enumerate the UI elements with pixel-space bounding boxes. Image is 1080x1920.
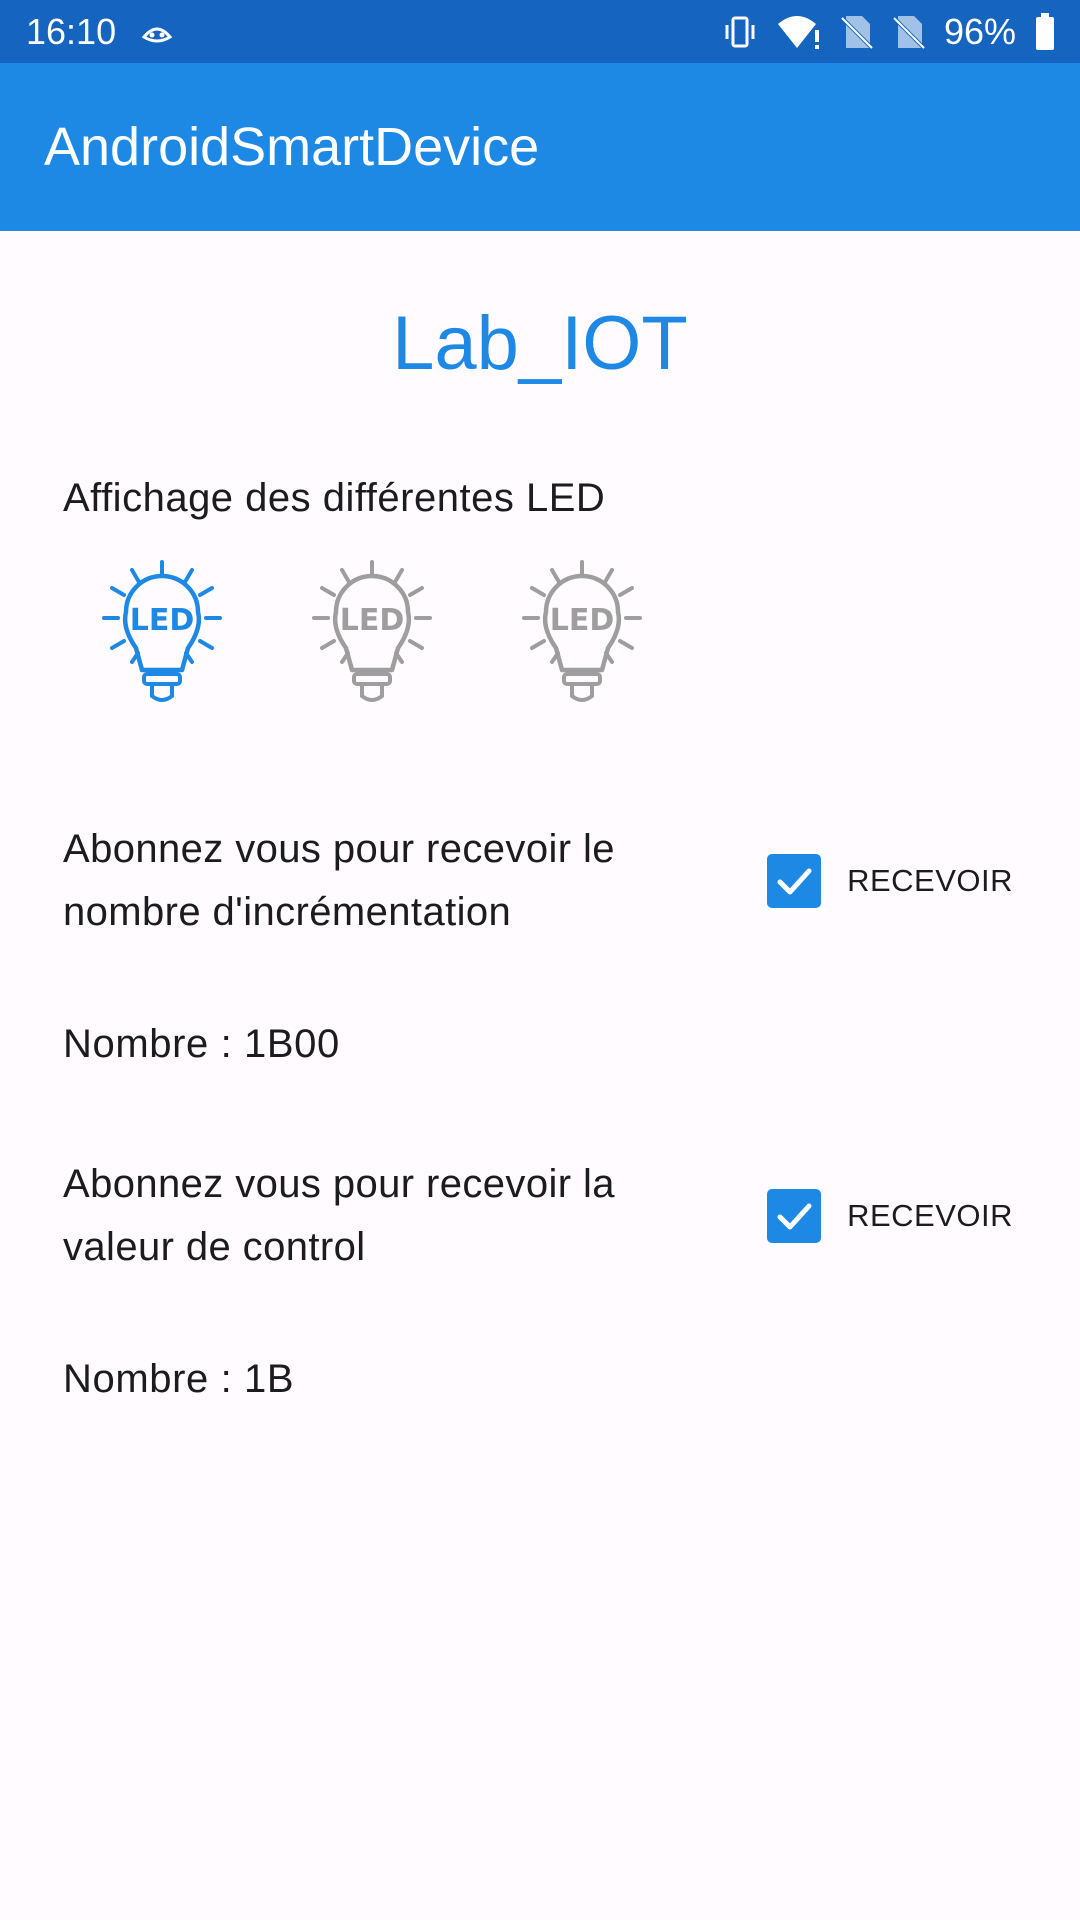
led-ray xyxy=(618,639,634,650)
led-row: LED LED LED xyxy=(88,546,656,718)
led-bulb-base xyxy=(142,672,182,686)
page-title: Lab_IOT xyxy=(392,301,688,386)
led-label: LED xyxy=(130,603,195,638)
led-ray xyxy=(340,568,351,584)
receive-checkbox-increment[interactable]: RECEVOIR xyxy=(767,854,1013,908)
led-bulb-base xyxy=(352,672,392,686)
control-value: Nombre : 1B xyxy=(63,1357,295,1401)
vibrate-icon xyxy=(722,14,758,50)
subscription-text: Abonnez vous pour recevoir la valeur de … xyxy=(63,1162,615,1269)
checkbox-checked-icon[interactable] xyxy=(767,854,822,908)
led-ray xyxy=(530,639,546,650)
led-label: LED xyxy=(550,603,615,638)
led-ray xyxy=(393,568,404,584)
status-bar: 16:10 96% xyxy=(0,0,1080,63)
checkbox-checked-icon[interactable] xyxy=(767,1189,822,1243)
increment-value: Nombre : 1B00 xyxy=(63,1022,340,1066)
receive-checkbox-control[interactable]: RECEVOIR xyxy=(767,1189,1013,1243)
no-sim-icon xyxy=(840,14,874,50)
battery-icon xyxy=(1034,12,1056,51)
android-auto-icon xyxy=(140,17,174,47)
led-ray xyxy=(320,639,336,650)
subscription-row-control: Abonnez vous pour recevoir la valeur de … xyxy=(63,1153,1013,1279)
led-ray xyxy=(183,568,194,584)
led-ray xyxy=(198,586,214,597)
led-bulb-base xyxy=(562,672,602,686)
wifi-icon xyxy=(776,14,822,50)
led-ray xyxy=(618,586,634,597)
led-ray xyxy=(320,586,336,597)
battery-percent: 96% xyxy=(943,10,1016,52)
no-sim-icon xyxy=(892,14,926,50)
led-bulb-icon-1[interactable]: LED xyxy=(88,546,236,718)
led-bulb-cap xyxy=(570,686,594,702)
status-right: 96% xyxy=(722,11,1056,53)
led-ray xyxy=(408,639,424,650)
led-ray xyxy=(198,639,214,650)
status-left: 16:10 xyxy=(26,11,174,53)
checkbox-label[interactable]: RECEVOIR xyxy=(847,1198,1013,1234)
led-ray xyxy=(550,568,561,584)
led-section-label: Affichage des différentes LED xyxy=(63,476,606,520)
subscription-row-increment: Abonnez vous pour recevoir le nombre d'i… xyxy=(63,818,1013,944)
led-bulb-icon-3[interactable]: LED xyxy=(508,546,656,718)
led-ray xyxy=(110,586,126,597)
led-ray xyxy=(130,568,141,584)
led-bulb-cap xyxy=(360,686,384,702)
checkbox-label[interactable]: RECEVOIR xyxy=(847,863,1013,899)
subscription-text: Abonnez vous pour recevoir le nombre d'i… xyxy=(63,827,615,934)
led-bulb-cap xyxy=(150,686,174,702)
app-title: AndroidSmartDevice xyxy=(44,117,540,177)
led-ray xyxy=(408,586,424,597)
led-ray xyxy=(530,586,546,597)
app-bar: AndroidSmartDevice xyxy=(0,63,1080,231)
status-time: 16:10 xyxy=(26,10,117,52)
led-bulb-icon-2[interactable]: LED xyxy=(298,546,446,718)
led-ray xyxy=(110,639,126,650)
led-ray xyxy=(603,568,614,584)
led-label: LED xyxy=(340,603,405,638)
